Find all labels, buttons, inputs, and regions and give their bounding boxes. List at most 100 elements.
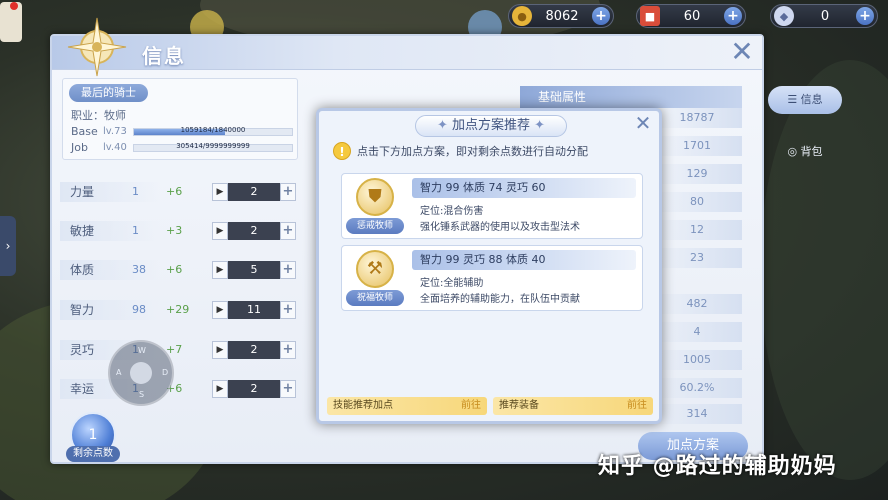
plan-role: 定位:全能辅助 — [420, 278, 484, 289]
stat-value: 5 — [228, 261, 280, 279]
joystick-right-label: D — [162, 368, 169, 377]
stat-value: 2 — [228, 380, 280, 398]
stat-label: 敏捷 — [60, 221, 160, 241]
stat-value: 2 — [228, 341, 280, 359]
attribute-value: 129 — [652, 164, 742, 184]
add-point-button[interactable]: + — [280, 222, 296, 240]
stat-value: 11 — [228, 301, 280, 319]
stat-row-int: 智力 98 +29 ▶ 11 + — [60, 300, 300, 320]
close-icon[interactable]: ✕ — [633, 113, 653, 133]
remaining-points-label: 剩余点数 — [66, 446, 120, 462]
gold-currency: ● 8062 + — [508, 4, 614, 28]
plan-label: 祝福牧师 — [346, 290, 404, 306]
job-label: 职业：牧师 — [71, 109, 126, 122]
stat-control: ▶ 2 + — [212, 380, 296, 398]
add-point-button[interactable]: + — [280, 341, 296, 359]
skill-recommend-label: 技能推荐加点 — [333, 400, 393, 411]
tab-info[interactable]: ☰ 信息 — [768, 86, 842, 114]
play-arrow-button[interactable]: ▶ — [212, 261, 228, 279]
character-card: 最后的骑士 职业：牧师 Base lv.73 1059184/1840000 J… — [62, 78, 298, 160]
stat-base: 1 — [132, 185, 139, 198]
equip-recommend-link[interactable]: 推荐装备 前往 — [493, 397, 653, 415]
stat-row-vit: 体质 38 +6 ▶ 5 + — [60, 260, 300, 280]
attribute-value: 12 — [652, 220, 742, 240]
tab-bag-label: 背包 — [800, 145, 823, 158]
add-point-button[interactable]: + — [280, 380, 296, 398]
add-point-button[interactable]: + — [280, 261, 296, 279]
add-point-button[interactable]: + — [280, 183, 296, 201]
job-exp-text: 305414/9999999999 — [176, 142, 250, 150]
movement-joystick[interactable]: W A D S — [108, 340, 174, 406]
notification-dot-icon — [10, 2, 18, 10]
play-arrow-button[interactable]: ▶ — [212, 301, 228, 319]
plan-card-blessing[interactable]: ⚒ 祝福牧师 智力 99 灵巧 88 体质 40 定位:全能辅助 全面培养的辅助… — [341, 245, 643, 311]
plan-card-punisher[interactable]: ⛊ 惩戒牧师 智力 99 体质 74 灵巧 60 定位:混合伤害 强化锤系武器的… — [341, 173, 643, 239]
stat-base: 1 — [132, 224, 139, 237]
warning-icon: ! — [333, 142, 351, 160]
plan-description: 强化锤系武器的使用以及攻击型法术 — [420, 222, 580, 233]
gold-value: 8062 — [545, 8, 579, 24]
go-link: 前往 — [627, 400, 647, 411]
stat-control: ▶ 2 + — [212, 222, 296, 240]
compass-star-icon — [67, 17, 127, 77]
list-icon: ☰ — [787, 93, 801, 106]
plan-role: 定位:混合伤害 — [420, 206, 484, 217]
stat-row-luk: 幸运 1 +6 ▶ 2 + — [60, 379, 300, 399]
dialog-hint-text: 点击下方加点方案，即对剩余点数进行自动分配 — [357, 145, 588, 158]
bag-icon: ◎ — [787, 145, 801, 158]
attribute-value: 60.2% — [652, 378, 742, 398]
base-level: lv.73 — [103, 126, 127, 137]
watermark-text: 知乎 @路过的辅助奶妈 — [598, 454, 837, 479]
joystick-down-label: S — [139, 390, 145, 399]
base-exp-bar: 1059184/1840000 — [133, 126, 293, 136]
plan-stats: 智力 99 灵巧 88 体质 40 — [412, 250, 636, 270]
tab-bag[interactable]: ◎ 背包 — [768, 138, 842, 166]
gold-coin-icon: ● — [512, 6, 532, 26]
plan-badge: ⚒ 祝福牧师 — [346, 248, 404, 308]
stat-base: 38 — [132, 263, 146, 276]
stat-control: ▶ 2 + — [212, 341, 296, 359]
attribute-value: 1701 — [652, 136, 742, 156]
attribute-value: 23 — [652, 248, 742, 268]
dialog-title-text: 加点方案推荐 — [451, 118, 530, 133]
attribute-value: 482 — [652, 294, 742, 314]
plan-label: 惩戒牧师 — [346, 218, 404, 234]
joystick-left-label: A — [116, 368, 122, 377]
stat-bonus: +6 — [166, 263, 183, 276]
joystick-knob[interactable] — [130, 362, 152, 384]
stat-label: 力量 — [60, 182, 160, 202]
plan-stats: 智力 99 体质 74 灵巧 60 — [412, 178, 636, 198]
job-exp-bar: 305414/9999999999 — [133, 142, 293, 152]
diamond-icon: ◆ — [774, 6, 794, 26]
gem-currency: ■ 60 + — [636, 4, 746, 28]
skill-recommend-link[interactable]: 技能推荐加点 前往 — [327, 397, 487, 415]
attribute-value: 4 — [652, 322, 742, 342]
play-arrow-button[interactable]: ▶ — [212, 341, 228, 359]
stat-base: 98 — [132, 303, 146, 316]
add-point-button[interactable]: + — [280, 301, 296, 319]
expand-left-button[interactable]: › — [0, 216, 16, 276]
dialog-hint: ! 点击下方加点方案，即对剩余点数进行自动分配 — [333, 141, 588, 161]
play-arrow-button[interactable]: ▶ — [212, 222, 228, 240]
joystick-up-label: W — [138, 346, 146, 355]
dialog-title: ✦ 加点方案推荐 ✦ — [415, 115, 567, 137]
stat-control: ▶ 5 + — [212, 261, 296, 279]
job-level: lv.40 — [103, 142, 127, 153]
stat-value: 2 — [228, 222, 280, 240]
sparkle-icon: ✦ — [530, 118, 546, 133]
close-icon[interactable]: ✕ — [728, 38, 756, 67]
stat-value: 2 — [228, 183, 280, 201]
add-gem-button[interactable]: + — [724, 7, 742, 25]
base-exp-text: 1059184/1840000 — [180, 126, 246, 134]
diamond-currency: ◆ 0 + — [770, 4, 878, 28]
stat-bonus: +6 — [166, 185, 183, 198]
play-arrow-button[interactable]: ▶ — [212, 183, 228, 201]
attribute-value: 314 — [652, 404, 742, 424]
stat-row-str: 力量 1 +6 ▶ 2 + — [60, 182, 300, 202]
add-gold-button[interactable]: + — [592, 7, 610, 25]
add-diamond-button[interactable]: + — [856, 7, 874, 25]
gem-value: 60 — [683, 8, 701, 24]
diamond-value: 0 — [820, 8, 830, 24]
play-arrow-button[interactable]: ▶ — [212, 380, 228, 398]
job-exp-label: Job — [71, 141, 88, 154]
